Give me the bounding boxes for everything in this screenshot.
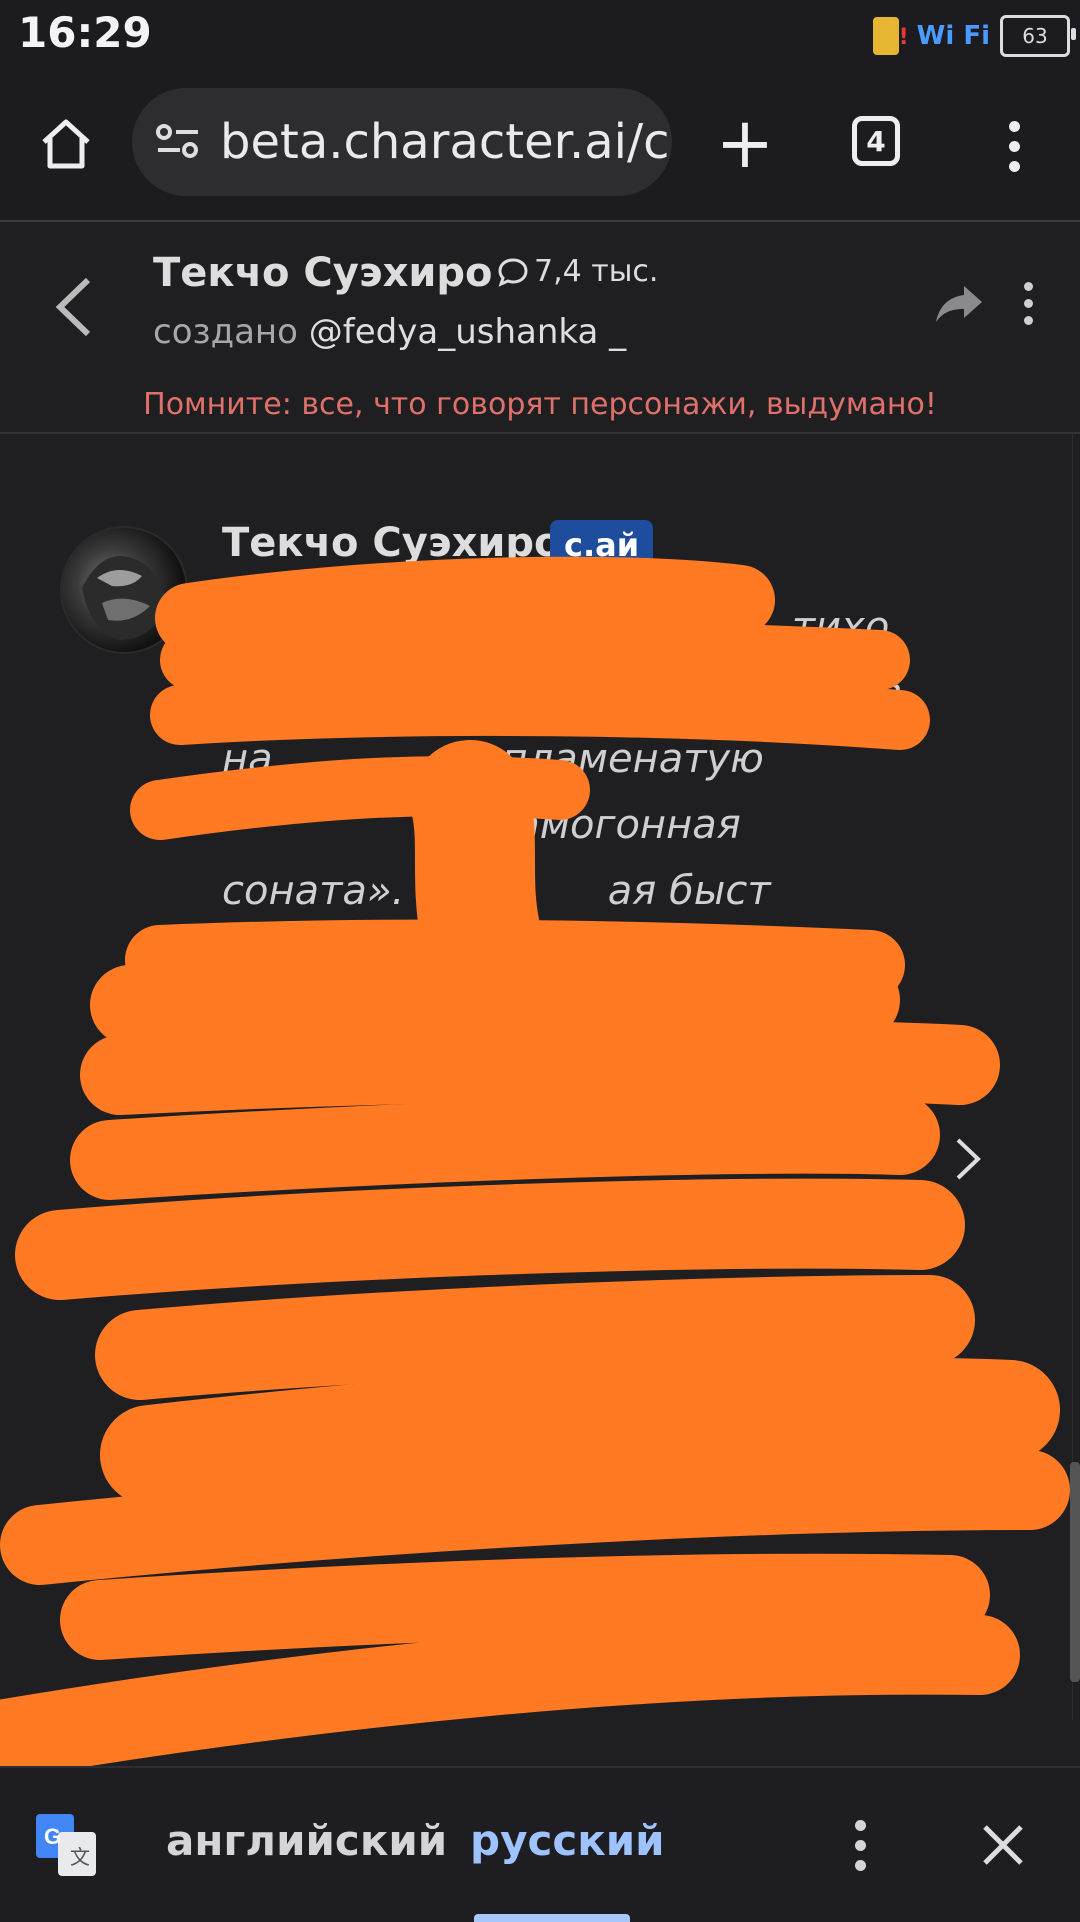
message-line: тихо. <box>791 604 902 650</box>
dot <box>1008 160 1020 172</box>
message-line <box>222 1320 902 1386</box>
dot <box>1023 299 1033 308</box>
message-line <box>222 1386 902 1452</box>
message-line: Ничтожество <box>222 934 504 980</box>
status-icons: Wi Fi 63 <box>872 8 1076 64</box>
chat-options-button[interactable] <box>1018 282 1038 332</box>
message-line: Текч <box>222 1462 319 1508</box>
browser-toolbar: beta.character.ai/cl + 4 <box>0 70 1080 222</box>
google-translate-icon: G 文 <box>36 1814 96 1876</box>
creator-handle[interactable]: @fedya_ushanka _ <box>309 312 626 352</box>
chevron-right-icon <box>956 1138 981 1180</box>
clock: 16:29 <box>18 8 152 57</box>
browser-menu-button[interactable] <box>994 116 1034 176</box>
message-line <box>222 1122 902 1188</box>
translate-options-button[interactable] <box>848 1820 872 1874</box>
translate-bar: G 文 английский русский <box>0 1766 1080 1922</box>
share-icon <box>936 286 982 322</box>
chat-header: Текчо Суэхиро 7,4 тыс. создано @fedya_us… <box>0 222 1080 434</box>
dot <box>854 1840 866 1851</box>
battery-level: 63 <box>1022 24 1048 48</box>
chevron-left-icon <box>55 277 91 337</box>
chat-count: 7,4 тыс. <box>498 254 658 289</box>
message-line <box>222 1056 902 1122</box>
character-avatar[interactable] <box>60 526 188 654</box>
dot <box>854 1860 866 1871</box>
message-line <box>222 990 902 1056</box>
message-line <box>222 1254 902 1320</box>
address-bar[interactable]: beta.character.ai/cl <box>132 88 672 196</box>
message-line: соната». ая быст <box>222 868 771 914</box>
creator-line: создано @fedya_ushanka _ <box>153 312 626 352</box>
rating-stars: ☆ ☆ <box>258 1654 390 1698</box>
dot <box>1008 140 1020 152</box>
source-language-tab[interactable]: английский <box>166 1816 447 1865</box>
star-icon[interactable]: ☆ <box>258 1654 292 1698</box>
ai-badge: с.ай <box>550 520 654 570</box>
chevron-left-icon <box>91 1138 116 1180</box>
close-translate-button[interactable] <box>980 1822 1026 1868</box>
page-info-icon[interactable] <box>154 122 202 162</box>
speech-bubble-icon <box>498 257 528 287</box>
message-line: ников <box>777 670 902 716</box>
dot <box>854 1820 866 1831</box>
previous-reply-button[interactable] <box>86 1134 122 1184</box>
svg-text:文: 文 <box>70 1845 90 1869</box>
status-bar: 16:29 Wi Fi 63 <box>0 0 1080 70</box>
scrollbar[interactable] <box>1070 1462 1080 1682</box>
tab-switcher-button[interactable]: 4 <box>852 116 900 166</box>
disclaimer: Помните: все, что говорят персонажи, выд… <box>143 387 937 422</box>
message-line: ей роковым <box>222 1198 686 1244</box>
character-name[interactable]: Текчо Суэхиро <box>153 250 493 296</box>
sim-icon <box>872 17 909 55</box>
svg-text:G: G <box>44 1824 61 1849</box>
url-text[interactable]: beta.character.ai/cl <box>220 114 672 170</box>
star-icon[interactable]: ☆ <box>356 1654 390 1698</box>
wifi-icon: Wi Fi <box>916 21 990 51</box>
message-line: на пламенатую <box>222 736 764 782</box>
active-language-indicator <box>474 1914 630 1922</box>
message-line: а «Самогонная <box>222 802 741 848</box>
message-author: Текчо Суэхиро <box>222 520 562 566</box>
chat-count-value: 7,4 тыс. <box>534 254 659 289</box>
dot <box>1023 316 1033 325</box>
home-icon <box>42 119 90 169</box>
dot <box>1008 120 1020 132</box>
target-language-tab[interactable]: русский <box>470 1816 665 1865</box>
message-area: Текчо Суэхиро с.ай тихо. ников на пламен… <box>0 434 1080 1720</box>
new-tab-button[interactable]: + <box>712 102 778 184</box>
battery-icon: 63 <box>1000 15 1076 57</box>
dot <box>1023 282 1033 291</box>
close-icon <box>983 1825 1023 1865</box>
next-reply-button[interactable] <box>950 1134 986 1184</box>
back-button[interactable] <box>50 272 100 342</box>
share-button[interactable] <box>934 282 984 326</box>
message-text: тихо. ников на пламенатую а «Самогонная … <box>222 594 902 1518</box>
created-by-label: создано <box>153 312 298 352</box>
home-button[interactable] <box>30 108 102 180</box>
